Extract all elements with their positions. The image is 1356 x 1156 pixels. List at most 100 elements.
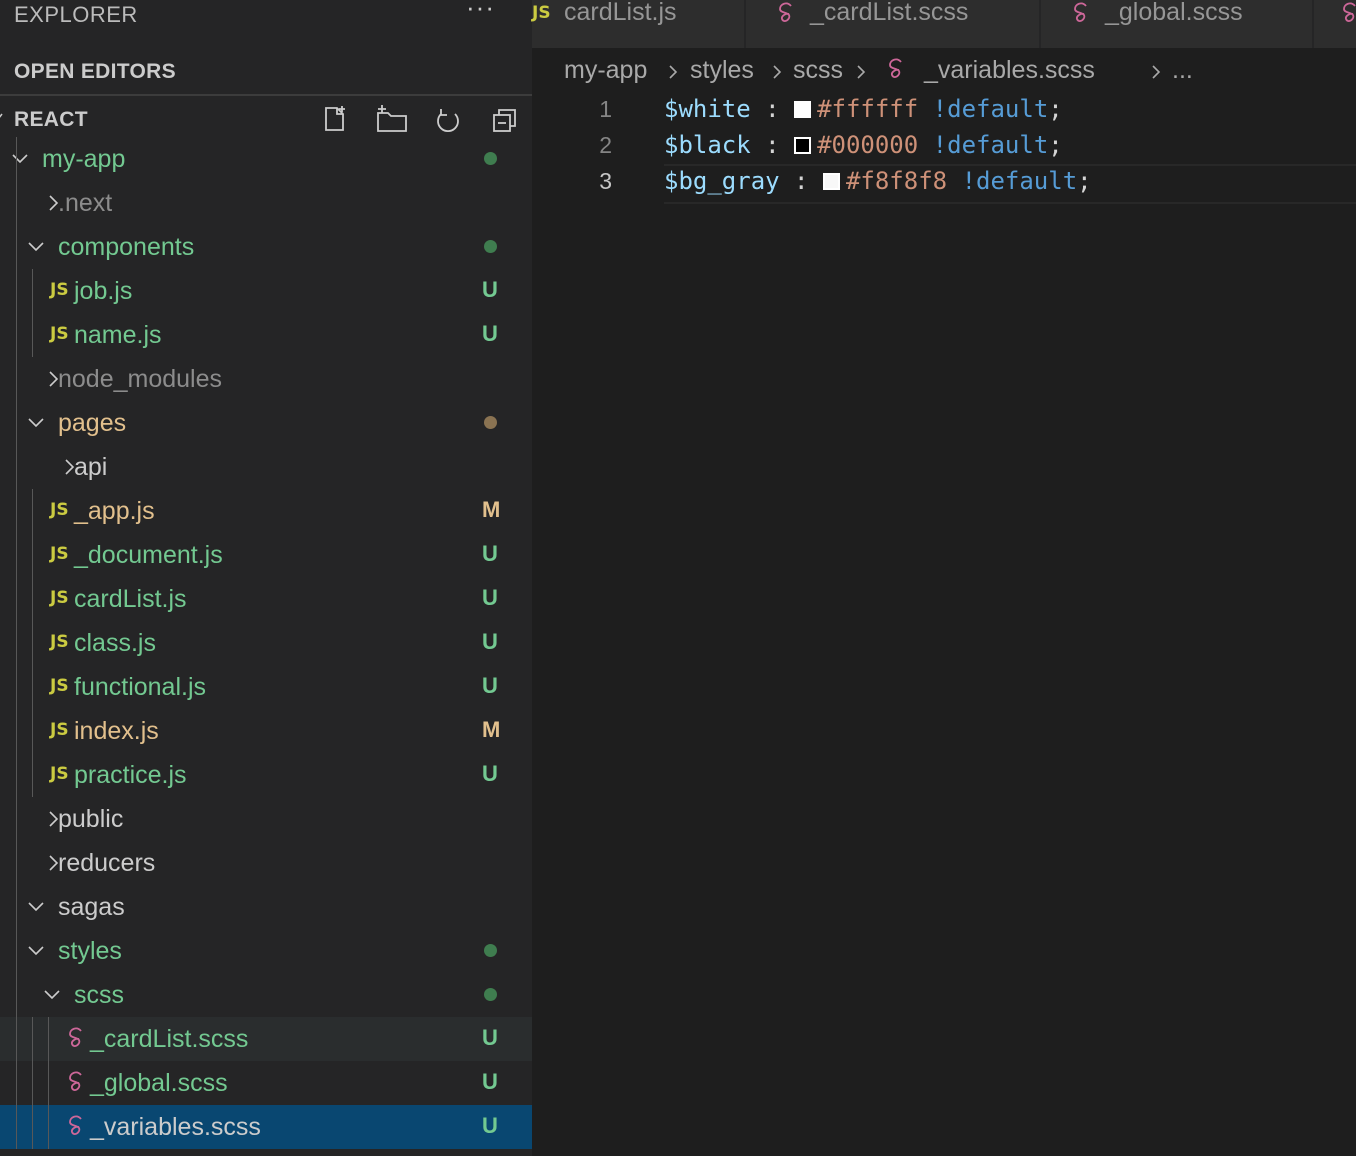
modified-dot-icon xyxy=(484,944,497,957)
indent-guide xyxy=(16,137,17,1149)
tree-folder[interactable]: reducers xyxy=(0,841,532,885)
tree-file[interactable]: JS index.js M xyxy=(0,709,532,753)
code-text: $bg_gray : #f8f8f8 !default; xyxy=(664,167,1092,195)
git-status-badge: U xyxy=(482,277,498,302)
tree-folder[interactable]: components xyxy=(0,225,532,269)
token-var: $black xyxy=(664,131,751,159)
tree-item-label: scss xyxy=(74,981,124,1009)
tree-folder[interactable]: my-app xyxy=(0,137,532,181)
tree-item-label: reducers xyxy=(58,849,156,877)
breadcrumb-item-styles[interactable]: styles xyxy=(690,56,754,85)
token-end: ; xyxy=(1077,167,1092,195)
tree-folder[interactable]: .next xyxy=(0,181,532,225)
git-status-badge: U xyxy=(482,629,498,654)
js-file-icon: JS xyxy=(50,588,69,608)
tree-file[interactable]: JS name.js U xyxy=(0,313,532,357)
color-swatch-icon[interactable] xyxy=(794,101,812,118)
tree-file[interactable]: _global.scss U xyxy=(0,1061,532,1105)
git-status-badge: U xyxy=(482,321,498,346)
editor-tab[interactable]: _cardList.scss xyxy=(746,0,1040,48)
color-swatch-icon[interactable] xyxy=(794,137,812,154)
refresh-icon[interactable] xyxy=(433,106,463,136)
tree-file[interactable]: JS class.js U xyxy=(0,621,532,665)
tree-item-label: api xyxy=(74,453,108,481)
token-sep: : xyxy=(779,167,823,195)
js-file-icon: JS xyxy=(50,632,69,652)
tree-file[interactable]: JS cardList.js U xyxy=(0,577,532,621)
color-swatch-icon[interactable] xyxy=(822,173,840,190)
tree-file[interactable]: _variables.scss U xyxy=(0,1105,532,1149)
tree-folder[interactable]: styles xyxy=(0,929,532,973)
code-line[interactable]: 2 $black : #000000 !default; xyxy=(532,128,1356,164)
more-actions-icon[interactable]: ··· xyxy=(466,0,495,23)
tree-item-label: components xyxy=(58,233,195,261)
indent-guide xyxy=(32,489,33,797)
editor-tab[interactable]: JS cardList.js xyxy=(532,0,745,48)
tree-folder[interactable]: public xyxy=(0,797,532,841)
line-number: 1 xyxy=(599,96,612,122)
modified-dot-icon xyxy=(484,416,497,429)
git-status-badge: U xyxy=(482,585,498,610)
chevron-down-icon xyxy=(26,237,44,257)
js-file-icon: JS xyxy=(532,3,551,23)
code-line[interactable]: 1 $white : #ffffff !default; xyxy=(532,92,1356,128)
tree-item-label: sagas xyxy=(58,893,125,921)
tree-file[interactable]: JS functional.js U xyxy=(0,665,532,709)
tree-file[interactable]: JS practice.js U xyxy=(0,753,532,797)
token-hex: #f8f8f8 xyxy=(845,167,948,195)
breadcrumb-item-scss[interactable]: scss xyxy=(793,56,843,85)
tree-file[interactable]: JS job.js U xyxy=(0,269,532,313)
modified-dot-icon xyxy=(484,988,497,1001)
git-status-badge: U xyxy=(482,1069,498,1094)
tree-item-label: index.js xyxy=(74,717,159,745)
tree-item-label: functional.js xyxy=(74,673,207,701)
breadcrumb-item-file[interactable]: _variables.scss xyxy=(924,56,1095,85)
editor-tabs: JS cardList.js _cardList.scss _global.scss xyxy=(532,0,1356,48)
token-imp: !default xyxy=(932,131,1049,159)
tree-file[interactable]: JS _app.js M xyxy=(0,489,532,533)
token-sep: : xyxy=(750,95,795,123)
new-folder-icon[interactable] xyxy=(376,104,408,134)
new-file-icon[interactable] xyxy=(320,104,350,134)
indent-guide xyxy=(32,1017,33,1149)
breadcrumb-item-symbol[interactable]: ... xyxy=(1172,56,1193,85)
tab-label: _global.scss xyxy=(1105,0,1243,26)
tree-file[interactable]: JS _document.js U xyxy=(0,533,532,577)
token-hex: #000000 xyxy=(817,131,919,159)
git-status-badge: M xyxy=(482,497,501,522)
chevron-right-icon xyxy=(1149,60,1163,89)
tree-folder[interactable]: sagas xyxy=(0,885,532,929)
git-status-badge: U xyxy=(482,541,498,566)
collapse-all-icon[interactable] xyxy=(490,106,520,136)
tree-folder[interactable]: pages xyxy=(0,401,532,445)
tree-item-label: my-app xyxy=(42,145,126,173)
tree-item-label: public xyxy=(58,805,124,833)
editor-tab[interactable] xyxy=(1314,0,1356,48)
open-editors-label: OPEN EDITORS xyxy=(14,60,176,83)
token-imp: !default xyxy=(932,95,1049,123)
sass-file-icon xyxy=(66,1027,88,1058)
explorer-sidebar: EXPLORER ··· OPEN EDITORS REACT my-app .… xyxy=(0,0,532,1156)
code-text: $white : #ffffff !default; xyxy=(664,95,1063,123)
tab-label: cardList.js xyxy=(564,0,677,26)
open-editors-section[interactable]: OPEN EDITORS xyxy=(0,48,532,92)
tree-folder[interactable]: api xyxy=(0,445,532,489)
tree-item-label: _app.js xyxy=(74,497,155,525)
tree-folder[interactable]: node_modules xyxy=(0,357,532,401)
chevron-down-icon xyxy=(10,149,28,169)
tree-folder[interactable]: scss xyxy=(0,973,532,1017)
token-end: ; xyxy=(1048,131,1063,159)
editor-tab[interactable]: _global.scss xyxy=(1041,0,1313,48)
editor-area: JS cardList.js _cardList.scss _global.scss … xyxy=(532,0,1356,1156)
sass-file-icon xyxy=(1071,2,1093,33)
tree-item-label: _document.js xyxy=(74,541,223,569)
tree-file[interactable]: _cardList.scss U xyxy=(0,1017,532,1061)
breadcrumb-item-my-app[interactable]: my-app xyxy=(564,56,647,85)
sass-file-icon xyxy=(66,1071,88,1102)
token-hex: #ffffff xyxy=(817,95,919,123)
explorer-title: EXPLORER xyxy=(14,2,138,27)
git-status-badge: M xyxy=(482,717,501,742)
git-status-badge: U xyxy=(482,1113,498,1138)
workspace-section[interactable]: REACT xyxy=(0,94,532,138)
code-line[interactable]: 3 $bg_gray : #f8f8f8 !default; xyxy=(532,164,1356,204)
